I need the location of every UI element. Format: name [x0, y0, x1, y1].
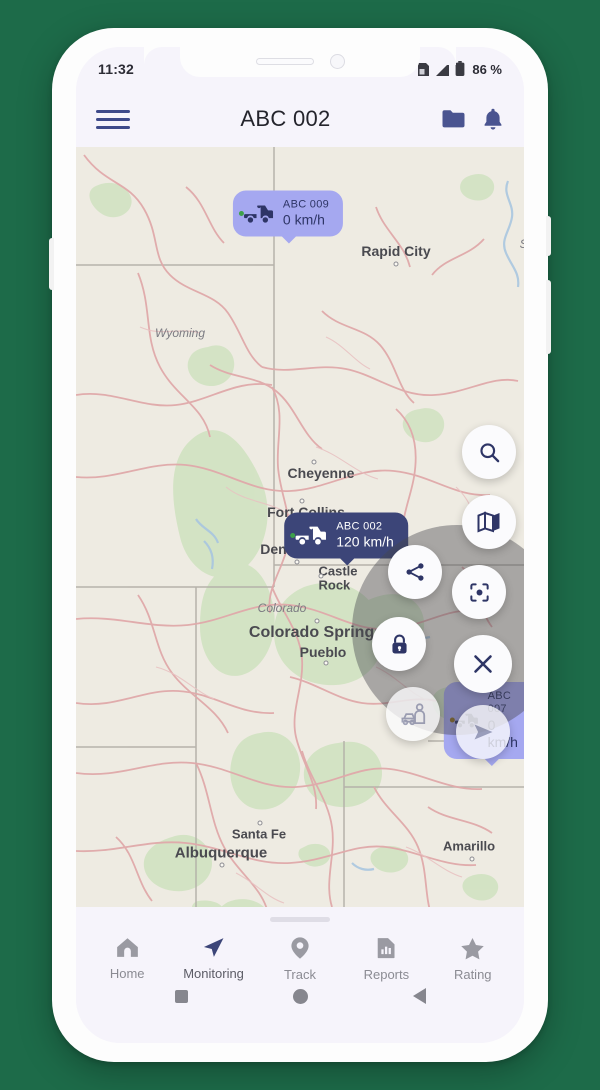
navigate-arrow-icon	[474, 724, 493, 740]
lock-button[interactable]	[372, 617, 426, 671]
bell-icon[interactable]	[482, 107, 504, 131]
nav-label: Track	[283, 967, 316, 982]
close-x-icon	[474, 655, 492, 673]
phone-mockup: 11:32 86 % ABC 002 Rapid City Wyoming Ch…	[49, 28, 551, 1062]
truck-icon	[244, 205, 274, 223]
share-button[interactable]	[388, 545, 442, 599]
close-button[interactable]	[454, 635, 512, 693]
map-layers-icon	[477, 511, 500, 533]
status-bar: 11:32 86 %	[76, 47, 524, 91]
marker-vehicle-speed: 0 km/h	[282, 211, 325, 228]
battery-icon	[455, 61, 465, 76]
home-icon	[116, 938, 138, 957]
phone-screen: 11:32 86 % ABC 002 Rapid City Wyoming Ch…	[76, 47, 524, 1043]
triangle-back-icon[interactable]	[412, 988, 426, 1004]
app-bar: ABC 002	[76, 91, 524, 147]
marker-text: ABC 009 0 km/h	[283, 199, 329, 229]
star-icon	[461, 938, 484, 960]
map-layers-button[interactable]	[462, 495, 516, 549]
marker-text: ABC 002 120 km/h	[336, 521, 394, 551]
hamburger-menu-icon[interactable]	[96, 104, 130, 134]
city-dot	[311, 459, 317, 465]
nav-item-monitoring[interactable]: Monitoring	[174, 936, 254, 981]
nav-item-track[interactable]: Track	[260, 936, 340, 982]
focus-target-icon	[469, 582, 489, 602]
bottom-sheet: Home Monitoring Track Reports Rating	[76, 907, 524, 1043]
navigate-button[interactable]	[456, 705, 510, 759]
page-title: ABC 002	[240, 106, 331, 131]
vehicle-marker-abc009[interactable]: ABC 009 0 km/h	[232, 190, 344, 245]
share-icon	[406, 563, 424, 581]
notch-corner-right	[438, 47, 456, 65]
phone-button-power	[546, 280, 551, 354]
report-chart-icon	[377, 938, 395, 959]
marker-bubble[interactable]: ABC 009 0 km/h	[232, 190, 344, 245]
app-bar-actions	[441, 107, 504, 131]
truck-icon	[295, 526, 326, 545]
nav-item-rating[interactable]: Rating	[433, 936, 513, 982]
earpiece-speaker	[255, 57, 314, 65]
folder-icon[interactable]	[441, 108, 466, 130]
notch-corner-left	[144, 47, 162, 65]
city-dot	[314, 618, 320, 624]
circle-home-icon[interactable]	[292, 988, 308, 1004]
focus-target-button[interactable]	[452, 565, 506, 619]
marker-vehicle-name: ABC 002	[336, 520, 383, 533]
status-time: 11:32	[98, 61, 135, 77]
phone-button-left	[49, 238, 54, 290]
city-dot	[257, 820, 263, 826]
map-pin-icon	[291, 937, 309, 959]
nav-label: Monitoring	[183, 966, 244, 981]
city-dot	[323, 660, 329, 666]
city-dot	[393, 261, 399, 267]
marker-status-dot	[238, 211, 244, 217]
square-recents-icon[interactable]	[174, 989, 188, 1003]
front-camera	[329, 53, 345, 69]
battery-percent: 86 %	[472, 61, 502, 77]
nav-label: Rating	[453, 967, 492, 982]
phone-button-volume	[546, 216, 551, 256]
status-bar-icons: 86 %	[417, 61, 502, 77]
nav-item-reports[interactable]: Reports	[346, 936, 426, 982]
map-view[interactable]: Rapid City South Dakota Wyoming Nebraska…	[76, 147, 524, 907]
navigation-arrow-icon	[203, 938, 224, 957]
bottom-navigation: Home Monitoring Track Reports Rating	[76, 922, 524, 982]
search-button[interactable]	[462, 425, 516, 479]
nav-item-home[interactable]: Home	[87, 936, 167, 981]
marker-vehicle-speed: 120 km/h	[336, 533, 394, 550]
city-dot	[469, 856, 475, 862]
sim-card-icon	[418, 62, 430, 76]
nav-label: Reports	[363, 967, 410, 982]
city-dot	[318, 573, 324, 579]
marker-status-dot	[290, 533, 296, 539]
nav-label: Home	[109, 966, 145, 981]
screenshot-canvas: 11:32 86 % ABC 002 Rapid City Wyoming Ch…	[0, 0, 600, 1090]
search-icon	[479, 442, 499, 462]
car-driver-icon	[401, 702, 425, 725]
city-dot	[219, 862, 225, 868]
system-navigation-bar	[76, 982, 524, 1004]
phone-notch	[180, 47, 420, 77]
city-dot	[299, 498, 305, 504]
city-dot	[294, 559, 300, 565]
driver-button[interactable]	[386, 687, 440, 741]
marker-vehicle-name: ABC 009	[282, 198, 330, 211]
lock-icon	[391, 633, 407, 653]
